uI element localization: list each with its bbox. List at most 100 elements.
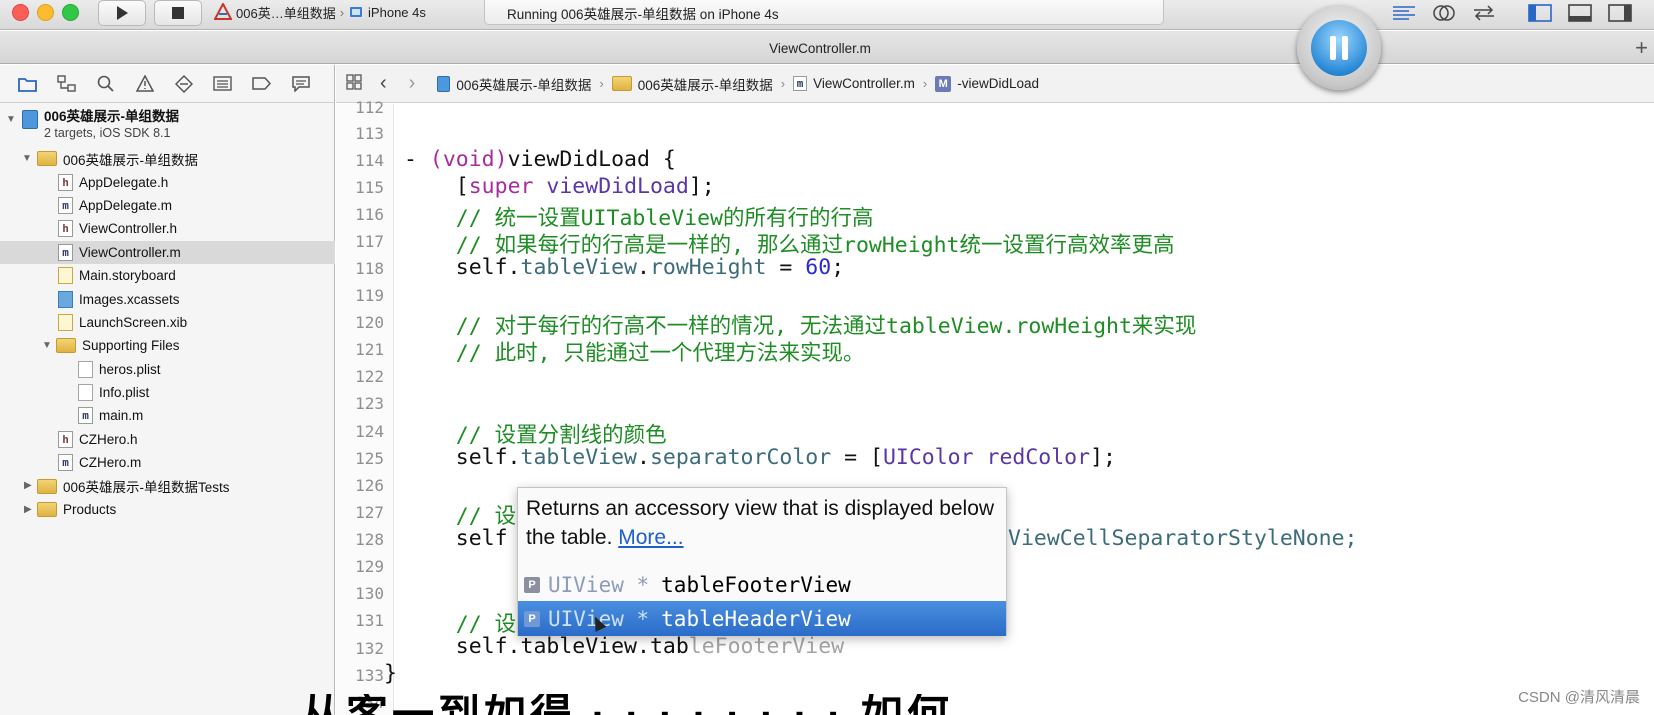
jump-project-label: 006英雄展示-单组数据	[456, 77, 592, 93]
group-label: Supporting Files	[82, 338, 180, 354]
line-number: 118	[355, 259, 384, 278]
folder-icon	[37, 502, 57, 518]
code-line-133: }	[384, 661, 397, 686]
file-row[interactable]: m main.m	[0, 404, 335, 427]
folder-icon	[611, 76, 632, 91]
line-number: 130	[355, 584, 384, 603]
code-line-128: self	[404, 526, 508, 551]
issue-warning-icon[interactable]	[135, 74, 154, 93]
status-text: Running 006英雄展示-单组数据 on iPhone 4s	[507, 7, 779, 22]
line-number: 128	[355, 530, 384, 549]
folder-icon	[56, 338, 76, 354]
file-label: AppDelegate.h	[79, 174, 169, 190]
line-number: 125	[355, 449, 384, 468]
back-chevron-icon[interactable]: ‹	[380, 72, 387, 95]
asset-catalog-icon	[58, 290, 73, 308]
file-row[interactable]: Info.plist	[0, 381, 335, 404]
minimize-window-button[interactable]	[37, 4, 54, 21]
scheme-selector[interactable]: 006英…单组数据 › iPhone 4s	[214, 0, 480, 24]
file-row[interactable]: h ViewController.h	[0, 217, 335, 240]
file-row-selected[interactable]: m ViewController.m	[0, 240, 335, 264]
jump-method[interactable]: M -viewDidLoad	[935, 75, 1039, 92]
code-line-115: [super viewDidLoad];	[404, 174, 715, 199]
disclosure-closed-icon[interactable]: ▶	[24, 504, 34, 515]
stop-button[interactable]	[154, 0, 202, 26]
toggle-navigator-button[interactable]	[1522, 1, 1558, 25]
file-row[interactable]: Images.xcassets	[0, 287, 335, 310]
run-button[interactable]	[98, 0, 146, 26]
code-completion-popup: Returns an accessory view that is displa…	[517, 487, 1007, 636]
version-editor-button[interactable]	[1466, 1, 1502, 25]
group-main[interactable]: ▼ 006英雄展示-单组数据	[0, 147, 335, 170]
file-row[interactable]: h CZHero.h	[0, 428, 335, 451]
jump-project[interactable]: 006英雄展示-单组数据	[437, 74, 591, 94]
autocomplete-ghost-text: leFooterView	[688, 634, 845, 659]
standard-editor-button[interactable]	[1386, 1, 1422, 25]
group-label: Products	[63, 502, 117, 518]
toggle-utilities-button[interactable]	[1602, 1, 1638, 25]
scheme-chevron-icon: ›	[339, 4, 345, 20]
group-products[interactable]: ▶ Products	[0, 498, 335, 521]
report-speech-bubble-icon[interactable]	[291, 74, 310, 93]
tab-viewcontroller-m[interactable]: ViewController.m	[0, 41, 1640, 56]
file-row[interactable]: m CZHero.m	[0, 451, 335, 474]
file-row[interactable]: h AppDelegate.h	[0, 170, 335, 193]
pause-icon	[1311, 20, 1367, 76]
related-items-grid-icon[interactable]	[346, 74, 362, 93]
group-main-label: 006英雄展示-单组数据	[63, 152, 199, 168]
toggle-debug-area-button[interactable]	[1562, 1, 1598, 25]
file-row[interactable]: Main.storyboard	[0, 264, 335, 287]
test-diamond-icon[interactable]	[174, 74, 193, 93]
jump-bar: ‹ › 006英雄展示-单组数据 › 006英雄展示-单组数据 › m View…	[336, 65, 1654, 103]
symbol-navigator-icon[interactable]	[57, 74, 76, 93]
video-caption: 从客一到如得 · · · · · · · · 如何	[300, 694, 1100, 715]
completion-item-type: UIView *	[548, 572, 650, 597]
file-row[interactable]: m AppDelegate.m	[0, 194, 335, 217]
scheme-project-label: 006英…单组数据	[236, 5, 336, 21]
code-line-125: self.tableView.separatorColor = [UIColor…	[404, 445, 1116, 470]
line-number: 114	[355, 151, 384, 170]
zoom-window-button[interactable]	[62, 4, 79, 21]
line-number: 113	[355, 124, 384, 143]
line-number: 120	[355, 313, 384, 332]
jump-file[interactable]: m ViewController.m	[793, 76, 915, 91]
assistant-editor-button[interactable]	[1426, 1, 1462, 25]
group-supporting-files[interactable]: ▼ Supporting Files	[0, 334, 335, 357]
forward-chevron-icon[interactable]: ›	[409, 72, 416, 95]
disclosure-open-icon[interactable]: ▼	[22, 154, 32, 164]
debug-gauge-icon[interactable]	[213, 74, 232, 93]
jump-group[interactable]: 006英雄展示-单组数据	[611, 74, 773, 94]
code-line-118: self.tableView.rowHeight = 60;	[404, 255, 845, 280]
line-number: 122	[355, 367, 384, 386]
venn-circles-icon	[1433, 5, 1455, 21]
completion-item[interactable]: P UIView * tableFooterView	[518, 567, 1006, 602]
disclosure-closed-icon[interactable]: ▶	[24, 481, 34, 491]
disclosure-open-icon[interactable]: ▼	[42, 341, 52, 351]
jump-file-label: ViewController.m	[813, 76, 915, 91]
bottom-panel-icon	[1568, 4, 1592, 22]
close-window-button[interactable]	[12, 4, 29, 21]
search-icon[interactable]	[96, 74, 115, 93]
file-row[interactable]: heros.plist	[0, 358, 335, 381]
breakpoint-tag-icon[interactable]	[252, 74, 271, 93]
file-label: LaunchScreen.xib	[79, 314, 188, 330]
disclosure-open-icon[interactable]: ▼	[6, 115, 16, 125]
project-row[interactable]: ▼ 006英雄展示-单组数据 2 targets, iOS SDK 8.1	[0, 105, 335, 147]
jump-separator-icon: ›	[780, 76, 786, 91]
completion-more-link[interactable]: More...	[618, 526, 683, 549]
recording-pause-button[interactable]	[1297, 6, 1381, 90]
xib-file-icon	[58, 313, 73, 331]
completion-item-name: tableFooterView	[661, 572, 851, 597]
file-row[interactable]: LaunchScreen.xib	[0, 311, 335, 334]
file-label: CZHero.m	[79, 455, 142, 471]
add-tab-button[interactable]: +	[1635, 35, 1648, 61]
plist-file-icon	[78, 384, 93, 402]
navigator-selector-bar	[0, 65, 335, 103]
completion-item-name: tableHeaderView	[661, 606, 851, 631]
activity-status-bar: Running 006英雄展示-单组数据 on iPhone 4s	[484, 0, 1164, 25]
line-number: 133	[355, 666, 384, 685]
group-tests[interactable]: ▶ 006英雄展示-单组数据Tests	[0, 474, 335, 497]
file-label: AppDelegate.m	[79, 197, 173, 213]
project-navigator-folder-icon[interactable]	[18, 74, 37, 93]
property-badge-icon: P	[524, 576, 540, 593]
